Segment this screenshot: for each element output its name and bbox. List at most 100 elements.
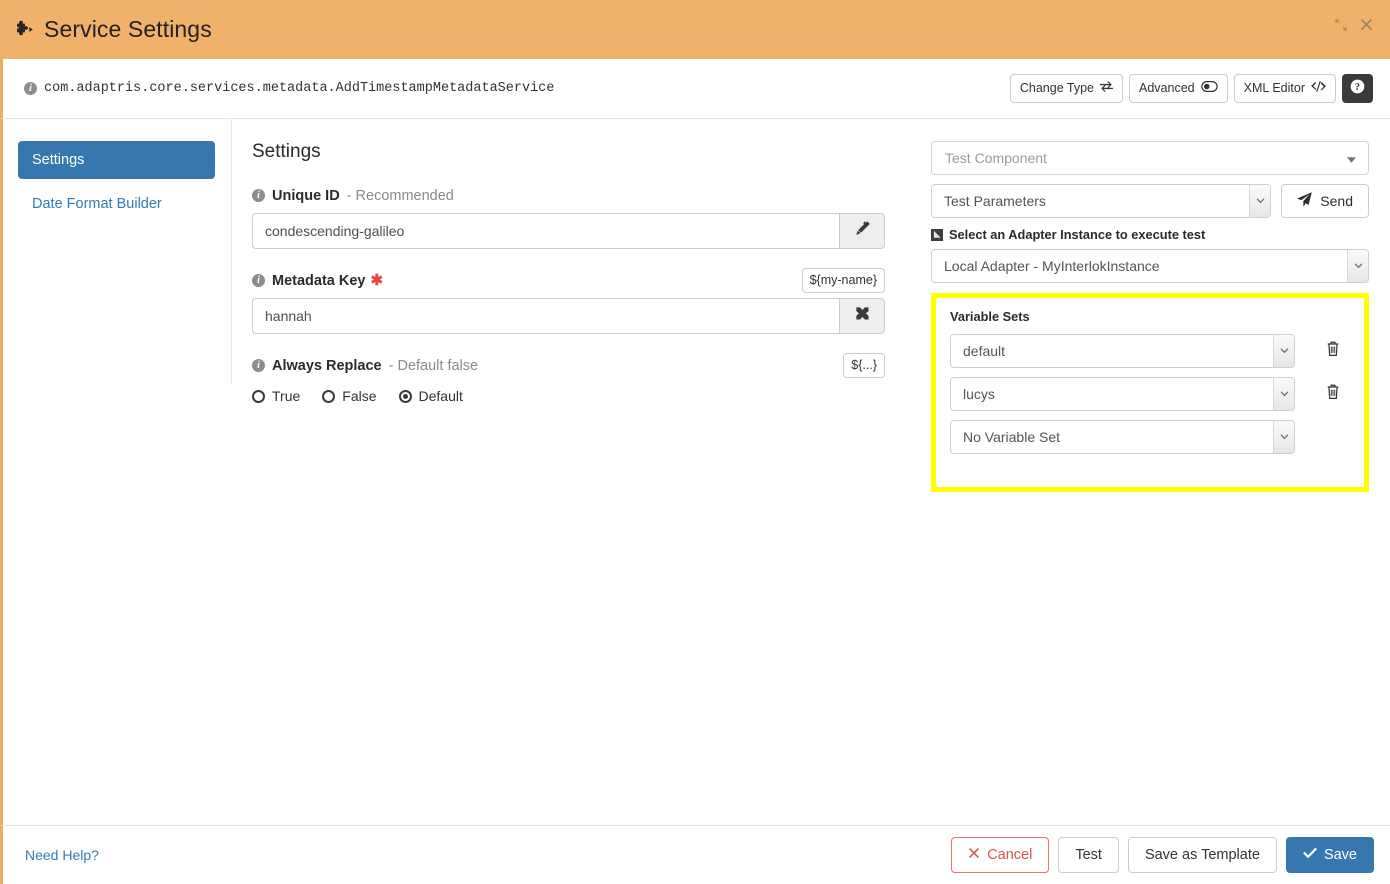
- info-circle-icon: i: [252, 359, 265, 372]
- cancel-label: Cancel: [987, 846, 1033, 863]
- variable-set-select-wrap: lucys: [950, 377, 1295, 411]
- variable-set-select-wrap: No Variable Set: [950, 420, 1295, 454]
- need-help-link[interactable]: Need Help?: [19, 847, 99, 863]
- save-button[interactable]: Save: [1285, 836, 1374, 874]
- modal-header: Service Settings: [0, 0, 1390, 59]
- compress-arrows-icon[interactable]: [1334, 18, 1348, 36]
- save-as-template-label: Save as Template: [1144, 846, 1260, 863]
- sidebar-item-date-format-builder[interactable]: Date Format Builder: [18, 185, 215, 223]
- always-replace-radio-group: True False Default: [252, 388, 885, 418]
- variable-set-select-wrap: default: [950, 334, 1295, 368]
- x-mark-icon: [968, 846, 980, 865]
- info-circle-icon: i: [252, 274, 265, 287]
- variable-set-row: No Variable Set: [950, 420, 1350, 454]
- help-button[interactable]: ?: [1342, 73, 1373, 104]
- service-settings-modal: Service Settings i com.adaptris.core.ser…: [0, 0, 1390, 884]
- sidebar-item-label: Settings: [32, 152, 85, 168]
- variable-set-select[interactable]: lucys: [950, 377, 1295, 411]
- adapter-instance-label: Select an Adapter Instance to execute te…: [931, 227, 1369, 242]
- metadata-key-input[interactable]: [252, 298, 839, 334]
- field-label-text: Metadata Key: [272, 272, 366, 289]
- advanced-toggle-button[interactable]: Advanced: [1129, 74, 1228, 103]
- change-type-label: Change Type: [1019, 81, 1095, 96]
- radio-label: True: [272, 388, 301, 404]
- trash-icon: [1325, 383, 1341, 405]
- page-title: Service Settings: [14, 16, 212, 43]
- metadata-key-variable-badge[interactable]: ${my-name}: [801, 268, 885, 293]
- radio-circle-icon: [252, 389, 265, 403]
- variable-set-select[interactable]: default: [950, 334, 1295, 368]
- always-replace-variable-badge[interactable]: ${...}: [843, 353, 885, 378]
- cancel-button[interactable]: Cancel: [951, 836, 1050, 874]
- variable-set-row: lucys: [950, 377, 1350, 411]
- generate-unique-id-button[interactable]: [839, 213, 885, 249]
- adapter-instance-wrap: Local Adapter - MyInterlokInstance: [931, 249, 1369, 283]
- sidebar-item-label: Date Format Builder: [32, 196, 162, 212]
- magic-wand-icon: [854, 220, 871, 242]
- puzzle-piece-icon: [14, 19, 35, 40]
- info-circle-icon: i: [252, 189, 265, 202]
- delete-variable-set-button[interactable]: [1295, 340, 1370, 362]
- check-icon: [1302, 846, 1317, 865]
- advanced-label: Advanced: [1139, 81, 1195, 96]
- xml-editor-button[interactable]: XML Editor: [1233, 74, 1336, 103]
- send-button[interactable]: Send: [1281, 184, 1369, 218]
- radio-circle-icon: [322, 389, 336, 403]
- xml-editor-label: XML Editor: [1243, 81, 1305, 96]
- settings-form: Settings i Unique ID - Recommended conde…: [231, 119, 915, 825]
- test-parameters-select[interactable]: Test Parameters: [931, 184, 1272, 218]
- footer-buttons: Cancel Test Save as Template Save: [951, 836, 1374, 874]
- window-controls: [1334, 17, 1374, 36]
- radio-true[interactable]: True: [252, 388, 300, 404]
- field-label: i Always Replace - Default false: [252, 355, 885, 376]
- page-title-text: Service Settings: [44, 16, 212, 42]
- save-as-template-button[interactable]: Save as Template: [1127, 836, 1277, 874]
- code-icon: [1311, 80, 1326, 96]
- test-panel: Test Component Test Parameters Send Sele…: [915, 119, 1385, 825]
- variable-set-select[interactable]: No Variable Set: [950, 420, 1295, 454]
- change-type-button[interactable]: Change Type: [1009, 74, 1124, 103]
- close-icon[interactable]: [1359, 17, 1374, 36]
- variable-sets-panel: Variable Sets default lucys No Variable …: [931, 293, 1369, 492]
- section-title: Settings: [252, 141, 321, 162]
- class-name-text: com.adaptris.core.services.metadata.AddT…: [44, 81, 555, 96]
- variable-set-row: default: [950, 334, 1350, 368]
- adapter-instance-select[interactable]: Local Adapter - MyInterlokInstance: [931, 249, 1369, 283]
- field-label-text: Unique ID: [272, 187, 340, 204]
- test-button[interactable]: Test: [1058, 836, 1119, 874]
- class-name: i com.adaptris.core.services.metadata.Ad…: [24, 81, 554, 96]
- test-component-select[interactable]: Test Component: [931, 141, 1369, 175]
- field-label-text: Always Replace: [272, 357, 382, 374]
- save-label: Save: [1323, 846, 1357, 863]
- exchange-arrows-icon: [1100, 80, 1113, 96]
- test-parameters-row: Test Parameters Send: [931, 184, 1369, 218]
- toggle-off-icon: [1200, 80, 1218, 96]
- field-label-suffix: - Default false: [388, 357, 479, 374]
- radio-default[interactable]: Default: [398, 388, 463, 404]
- shuffle-icon: [854, 305, 871, 327]
- field-label: i Unique ID - Recommended: [252, 185, 885, 206]
- test-component-wrap: Test Component: [931, 141, 1369, 175]
- test-label: Test: [1075, 846, 1102, 863]
- collapse-square-icon[interactable]: [931, 228, 943, 241]
- modal-footer: Need Help? Cancel Test Save as Template: [0, 825, 1390, 884]
- input-group: [252, 298, 885, 334]
- svg-text:?: ?: [1355, 82, 1360, 93]
- delete-variable-set-button[interactable]: [1295, 383, 1370, 405]
- chevron-down-icon: [1347, 150, 1356, 166]
- sidebar-item-settings[interactable]: Settings: [18, 141, 215, 179]
- radio-false[interactable]: False: [322, 388, 377, 404]
- toolbar: Change Type Advanced XML Editor ?: [1009, 73, 1373, 104]
- modal-body: Settings Date Format Builder Settings i …: [0, 119, 1390, 825]
- field-label: i Metadata Key ✱: [252, 270, 885, 291]
- class-name-bar: i com.adaptris.core.services.metadata.Ad…: [0, 59, 1390, 119]
- paper-plane-icon: [1297, 192, 1313, 210]
- field-always-replace: i Always Replace - Default false ${...} …: [252, 353, 885, 418]
- radio-label: False: [342, 388, 377, 404]
- adapter-select-wrap: Local Adapter - MyInterlokInstance: [931, 249, 1369, 283]
- sidebar: Settings Date Format Builder: [3, 119, 231, 825]
- adapter-instance-label-text: Select an Adapter Instance to execute te…: [949, 227, 1206, 242]
- field-metadata-key: i Metadata Key ✱ ${my-name}: [252, 268, 885, 334]
- expand-metadata-key-button[interactable]: [839, 298, 885, 334]
- unique-id-input[interactable]: [252, 213, 839, 249]
